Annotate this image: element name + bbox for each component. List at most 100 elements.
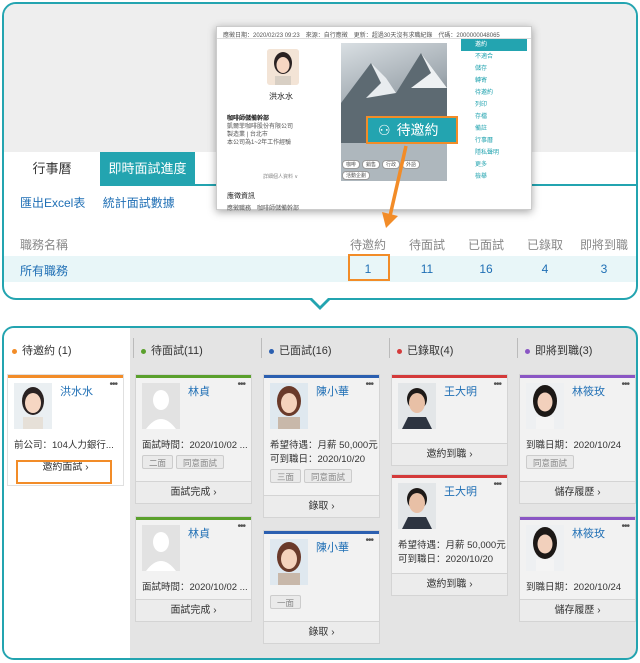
more-icon[interactable]: ••• bbox=[621, 521, 629, 532]
count-onboarding[interactable]: 3 bbox=[574, 262, 634, 276]
avatar bbox=[267, 49, 299, 85]
candidate-name[interactable]: 王大明 bbox=[444, 383, 477, 399]
more-icon[interactable]: ••• bbox=[237, 379, 245, 390]
avatar-placeholder bbox=[142, 525, 180, 571]
column-header-hired: 已錄取(4) bbox=[397, 342, 453, 358]
candidate-card[interactable]: 林筱玫 ••• 到職日期：2020/10/24 同意面試 儲存履歷 › bbox=[519, 374, 636, 504]
menu-item[interactable]: 存檔 bbox=[461, 111, 527, 123]
status-chip: 二面 bbox=[142, 455, 174, 469]
more-icon[interactable]: ••• bbox=[365, 379, 373, 390]
count-hired[interactable]: 4 bbox=[515, 262, 575, 276]
card-stripe bbox=[136, 375, 251, 378]
menu-item[interactable]: 更多 bbox=[461, 159, 527, 171]
status-dot bbox=[525, 348, 530, 354]
candidate-card[interactable]: 林貞 ••• 面試時間：2020/10/02 ... 二面 同意面試 面試完成 … bbox=[135, 374, 252, 504]
divider bbox=[133, 338, 134, 358]
preview-name: 洪水水 bbox=[269, 92, 293, 101]
callout-text: 待邀約 bbox=[396, 122, 439, 138]
interview-done-button[interactable]: 面試完成 › bbox=[136, 599, 251, 621]
candidate-card[interactable]: 陳小華 ••• 希望待遇：月薪 50,000元 可到職日：2020/10/20 … bbox=[263, 374, 380, 518]
export-excel-link[interactable]: 匯出Excel表 bbox=[20, 196, 85, 210]
card-stripe bbox=[264, 531, 379, 534]
candidate-name[interactable]: 林筱玫 bbox=[572, 383, 605, 399]
tab-calendar[interactable]: 行事曆 bbox=[4, 152, 100, 186]
candidate-name[interactable]: 林貞 bbox=[188, 525, 210, 541]
avatar bbox=[14, 383, 52, 429]
more-icon[interactable]: ••• bbox=[493, 479, 501, 490]
menu-item[interactable]: 邀約 bbox=[461, 39, 527, 51]
status-chip: 三面 bbox=[270, 469, 302, 483]
more-icon[interactable]: ••• bbox=[493, 379, 501, 390]
candidate-card[interactable]: 林貞 ••• 面試時間：2020/10/02 ... 面試完成 › bbox=[135, 516, 252, 622]
header-to-interview: 待面試 bbox=[408, 238, 445, 252]
callout-label: ⚇ 待邀約 bbox=[366, 116, 458, 144]
menu-item[interactable]: 行事曆 bbox=[461, 135, 527, 147]
interview-stats-link[interactable]: 統計面試數據 bbox=[103, 196, 175, 210]
preview-menu: 邀約 不適合 儲存 轉寄 待邀約 列印 存檔 備註 行事曆 隱私聲明 更多 檢舉 bbox=[461, 39, 527, 183]
menu-item[interactable]: 轉寄 bbox=[461, 75, 527, 87]
header-hired: 已錄取 bbox=[526, 238, 563, 252]
candidate-card[interactable]: 林筱玫 ••• 到職日期：2020/10/24 儲存履歷 › bbox=[519, 516, 636, 622]
job-all-link[interactable]: 所有職務 bbox=[20, 262, 100, 279]
candidate-name[interactable]: 陳小華 bbox=[316, 383, 349, 399]
menu-item[interactable]: 備註 bbox=[461, 123, 527, 135]
hire-button[interactable]: 錄取 › bbox=[264, 495, 379, 517]
interview-done-button[interactable]: 面試完成 › bbox=[136, 481, 251, 503]
tab-interview-progress[interactable]: 即時面試進度 bbox=[100, 152, 195, 186]
count-interviewed[interactable]: 16 bbox=[456, 262, 516, 276]
avatar-placeholder bbox=[142, 383, 180, 429]
card-stripe bbox=[392, 475, 507, 478]
divider bbox=[517, 338, 518, 358]
header-onboarding: 即將到職 bbox=[579, 238, 628, 252]
menu-item[interactable]: 隱私聲明 bbox=[461, 147, 527, 159]
more-icon[interactable]: ••• bbox=[109, 379, 117, 390]
menu-item[interactable]: 列印 bbox=[461, 99, 527, 111]
header-interviewed: 已面試 bbox=[467, 238, 504, 252]
pointer-notch-inner bbox=[311, 297, 329, 306]
candidate-name[interactable]: 洪水水 bbox=[60, 383, 93, 399]
hire-button[interactable]: 錄取 › bbox=[264, 621, 379, 643]
more-icon[interactable]: ••• bbox=[621, 379, 629, 390]
card-stripe bbox=[520, 517, 635, 520]
menu-item[interactable]: 不適合 bbox=[461, 51, 527, 63]
status-chip: 一面 bbox=[270, 595, 302, 609]
column-title: 即將到職(3) bbox=[535, 345, 593, 357]
card-detail: 希望待遇：月薪 50,000元 bbox=[398, 540, 506, 551]
more-icon[interactable]: ••• bbox=[365, 535, 373, 546]
candidate-name[interactable]: 王大明 bbox=[444, 483, 477, 499]
column-header-interviewed: 已面試(16) bbox=[269, 342, 332, 358]
info-line: 本公司為1~2年工作經驗 bbox=[227, 140, 292, 146]
save-resume-button[interactable]: 儲存履歷 › bbox=[520, 481, 635, 503]
section-item: 應徵職務 咖啡師儲備幹部 bbox=[227, 206, 300, 212]
menu-item[interactable]: 儲存 bbox=[461, 63, 527, 75]
card-detail: 到職日期：2020/10/24 bbox=[526, 582, 622, 593]
more-icon[interactable]: ••• bbox=[237, 521, 245, 532]
divider bbox=[389, 338, 390, 358]
candidate-card[interactable]: 王大明 ••• 邀約到職 › bbox=[391, 374, 508, 466]
table-header: 職務名稱 待邀約 待面試 已面試 已錄取 即將到職 bbox=[4, 230, 636, 254]
toolbar-links: 匯出Excel表 統計面試數據 bbox=[20, 194, 189, 211]
status-dot bbox=[397, 348, 402, 354]
menu-item[interactable]: 待邀約 bbox=[461, 87, 527, 99]
candidate-name[interactable]: 林筱玫 bbox=[572, 525, 605, 541]
card-stripe bbox=[264, 375, 379, 378]
candidate-name[interactable]: 陳小華 bbox=[316, 539, 349, 555]
invite-onboard-button[interactable]: 邀約到職 › bbox=[392, 443, 507, 465]
candidate-card[interactable]: 陳小華 ••• 一面 錄取 › bbox=[263, 530, 380, 644]
arrow-icon bbox=[382, 145, 408, 228]
status-chip: 同意面試 bbox=[176, 455, 225, 469]
menu-item[interactable]: 檢舉 bbox=[461, 171, 527, 183]
column-header-to-interview: 待面試(11) bbox=[141, 342, 203, 358]
column-title: 待邀約 (1) bbox=[22, 345, 72, 357]
column-header-onboarding: 即將到職(3) bbox=[525, 342, 592, 358]
button-label: 儲存履歷 bbox=[554, 487, 595, 498]
candidate-card[interactable]: 王大明 ••• 希望待遇：月薪 50,000元 可到職日：2020/10/20 … bbox=[391, 474, 508, 596]
save-resume-button[interactable]: 儲存履歷 › bbox=[520, 599, 635, 621]
tag: 咖啡 bbox=[342, 160, 361, 169]
candidate-name[interactable]: 林貞 bbox=[188, 383, 210, 399]
detail-link[interactable]: 詳細個人資料 ∨ bbox=[263, 173, 298, 180]
button-label: 面試完成 bbox=[170, 487, 211, 498]
invite-onboard-button[interactable]: 邀約到職 › bbox=[392, 573, 507, 595]
count-to-interview[interactable]: 11 bbox=[397, 262, 457, 276]
info-line: 咖啡師儲備幹部 bbox=[227, 116, 270, 122]
